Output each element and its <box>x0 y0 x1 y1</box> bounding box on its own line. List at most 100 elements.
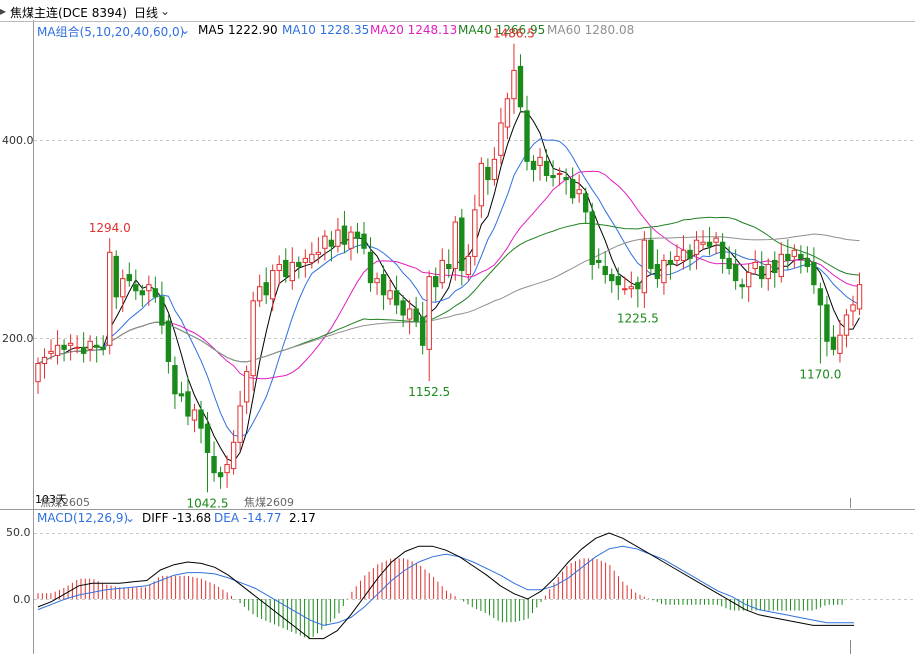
candle <box>230 430 237 475</box>
price-annotation: 1294.0 <box>89 221 131 235</box>
candle-body <box>230 441 237 470</box>
contract-marker-2605: 焦煤2605 <box>40 496 90 509</box>
candle-body <box>400 300 406 316</box>
candle <box>452 215 458 281</box>
candle <box>159 281 165 335</box>
candle <box>641 231 648 308</box>
candle <box>732 249 739 290</box>
candle <box>172 356 178 409</box>
candle <box>354 223 361 254</box>
candle-body <box>263 282 269 296</box>
ma40-line <box>37 216 860 364</box>
candle-body <box>491 158 498 181</box>
candle <box>772 251 778 288</box>
candle-body <box>452 221 458 270</box>
candle-body <box>211 455 217 474</box>
candle-body <box>732 263 739 282</box>
candle-body <box>824 304 830 342</box>
candle <box>811 247 817 294</box>
candle <box>596 248 602 269</box>
candle <box>843 308 850 348</box>
candle <box>198 400 204 444</box>
candle <box>146 275 152 306</box>
candle <box>478 157 485 218</box>
candle-body <box>243 371 250 403</box>
candle <box>328 231 335 262</box>
candle-body <box>224 464 230 474</box>
candle-body <box>798 253 804 259</box>
diff-line <box>37 532 854 640</box>
candle-body <box>67 342 74 346</box>
candle <box>530 155 537 182</box>
ma-lines <box>37 111 860 463</box>
candle-body <box>563 177 569 181</box>
candle <box>165 315 172 374</box>
candle-body <box>504 98 511 128</box>
price-annotation: 1170.0 <box>799 368 841 382</box>
candle <box>276 255 282 286</box>
candle <box>615 267 621 300</box>
candle-body <box>406 308 413 320</box>
candle-body <box>778 253 784 278</box>
candle-body <box>459 217 465 272</box>
candle-body <box>543 160 550 177</box>
candle <box>543 149 550 182</box>
candle-body <box>811 261 817 286</box>
candle-body <box>674 255 680 261</box>
candle-body <box>80 346 87 354</box>
candle <box>824 295 830 357</box>
candle-body <box>537 156 543 166</box>
price-annotation: 1486.5 <box>493 27 535 41</box>
candle <box>817 282 824 364</box>
candle-body <box>726 257 732 270</box>
candle-body <box>289 261 295 282</box>
candle-body <box>609 274 615 282</box>
candle-body <box>759 265 765 280</box>
candle <box>511 43 517 114</box>
candle <box>485 158 491 195</box>
candle <box>61 339 67 362</box>
candle <box>419 301 426 355</box>
candle <box>217 466 224 489</box>
candle-body <box>635 282 641 290</box>
candle-body <box>472 209 478 257</box>
candle <box>680 235 687 270</box>
candle-body <box>628 286 635 290</box>
candle-body <box>315 251 322 255</box>
candle <box>609 268 615 293</box>
candle-body <box>146 284 152 292</box>
candle-body <box>576 189 582 195</box>
candle-body <box>387 290 393 300</box>
candle-body <box>120 278 126 298</box>
candle-body <box>133 284 139 292</box>
candle-body <box>191 409 198 421</box>
candle <box>491 147 498 186</box>
candle-body <box>48 350 54 354</box>
candle-body <box>439 259 445 284</box>
candle-body <box>719 241 726 259</box>
candle <box>765 258 771 291</box>
candle-body <box>830 336 837 350</box>
candle <box>87 335 93 362</box>
macd-histogram <box>37 558 843 640</box>
candle <box>348 226 354 261</box>
price-annotation: 1042.5 <box>187 496 229 510</box>
candle <box>289 247 295 290</box>
ma5-line <box>37 111 860 463</box>
candle <box>41 348 48 379</box>
candle <box>726 246 732 275</box>
candle-body <box>589 211 595 265</box>
candle-body <box>237 405 243 443</box>
contract-markers: 103天 焦煤2605 焦煤2609 <box>35 493 294 509</box>
candle <box>204 412 211 493</box>
candle <box>589 202 595 280</box>
candle-body <box>706 241 713 247</box>
candle-body <box>152 288 159 298</box>
candle-body <box>367 251 374 284</box>
candle-body <box>856 284 863 310</box>
kline-chart[interactable]: 400.0 200.0 1294.0 1486.5 1042.5 1152.5 1225… <box>0 0 915 654</box>
candle <box>706 227 713 256</box>
candle-body <box>524 110 530 162</box>
candle-body <box>322 235 328 249</box>
candle <box>661 254 667 295</box>
